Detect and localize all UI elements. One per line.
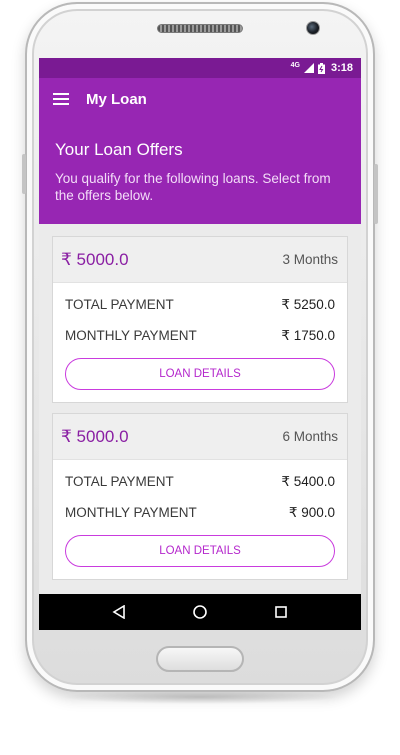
signal-icon: [303, 63, 314, 73]
offer-amount: ₹ 5000.0: [61, 426, 129, 446]
total-payment-value: ₹ 5250.0: [281, 296, 335, 312]
phone-screen: 4G 3:18 My Loan Your Loan Offers You qua…: [39, 58, 361, 630]
total-payment-label: TOTAL PAYMENT: [65, 297, 174, 312]
power-button: [374, 164, 378, 224]
app-title: My Loan: [86, 90, 147, 108]
offers-header: Your Loan Offers You qualify for the fol…: [39, 120, 361, 224]
front-camera: [306, 21, 320, 35]
page-subtitle: You qualify for the following loans. Sel…: [55, 171, 331, 203]
offer-amount: ₹ 5000.0: [61, 249, 129, 269]
total-payment-row: TOTAL PAYMENT ₹ 5400.0: [65, 466, 335, 497]
monthly-payment-row: MONTHLY PAYMENT ₹ 900.0: [65, 497, 335, 528]
total-payment-label: TOTAL PAYMENT: [65, 474, 174, 489]
hardware-home-button[interactable]: [156, 646, 244, 672]
speaker-grille: [157, 24, 243, 33]
offer-tenure: 3 Months: [282, 252, 338, 267]
monthly-payment-value: ₹ 900.0: [288, 504, 335, 520]
offer-tenure: 6 Months: [282, 429, 338, 444]
offer-card-body: TOTAL PAYMENT ₹ 5400.0 MONTHLY PAYMENT ₹…: [53, 460, 347, 579]
loan-offer-card: ₹ 5000.0 6 Months TOTAL PAYMENT ₹ 5400.0…: [52, 413, 348, 580]
total-payment-row: TOTAL PAYMENT ₹ 5250.0: [65, 289, 335, 320]
monthly-payment-label: MONTHLY PAYMENT: [65, 328, 197, 343]
monthly-payment-row: MONTHLY PAYMENT ₹ 1750.0: [65, 320, 335, 351]
offer-card-body: TOTAL PAYMENT ₹ 5250.0 MONTHLY PAYMENT ₹…: [53, 283, 347, 402]
clock: 3:18: [330, 62, 353, 74]
offer-card-header: ₹ 5000.0 6 Months: [53, 414, 347, 460]
loan-details-button[interactable]: LOAN DETAILS: [65, 535, 335, 567]
back-triangle-icon[interactable]: [109, 602, 129, 622]
android-nav-bar: [39, 594, 361, 630]
battery-icon: [317, 62, 325, 74]
page-title: Your Loan Offers: [55, 140, 183, 159]
total-payment-value: ₹ 5400.0: [281, 473, 335, 489]
status-bar: 4G 3:18: [39, 58, 361, 78]
app-bar: My Loan: [39, 78, 361, 120]
home-circle-icon[interactable]: [190, 602, 210, 622]
network-type: 4G: [290, 61, 300, 69]
hamburger-menu-icon[interactable]: [53, 93, 69, 105]
loan-details-button[interactable]: LOAN DETAILS: [65, 358, 335, 390]
phone-shadow: [60, 690, 340, 704]
offers-list: ₹ 5000.0 3 Months TOTAL PAYMENT ₹ 5250.0…: [39, 224, 361, 580]
offer-card-header: ₹ 5000.0 3 Months: [53, 237, 347, 283]
volume-button: [22, 154, 26, 194]
monthly-payment-value: ₹ 1750.0: [281, 327, 335, 343]
loan-offer-card: ₹ 5000.0 3 Months TOTAL PAYMENT ₹ 5250.0…: [52, 236, 348, 403]
monthly-payment-label: MONTHLY PAYMENT: [65, 505, 197, 520]
recents-square-icon[interactable]: [271, 602, 291, 622]
